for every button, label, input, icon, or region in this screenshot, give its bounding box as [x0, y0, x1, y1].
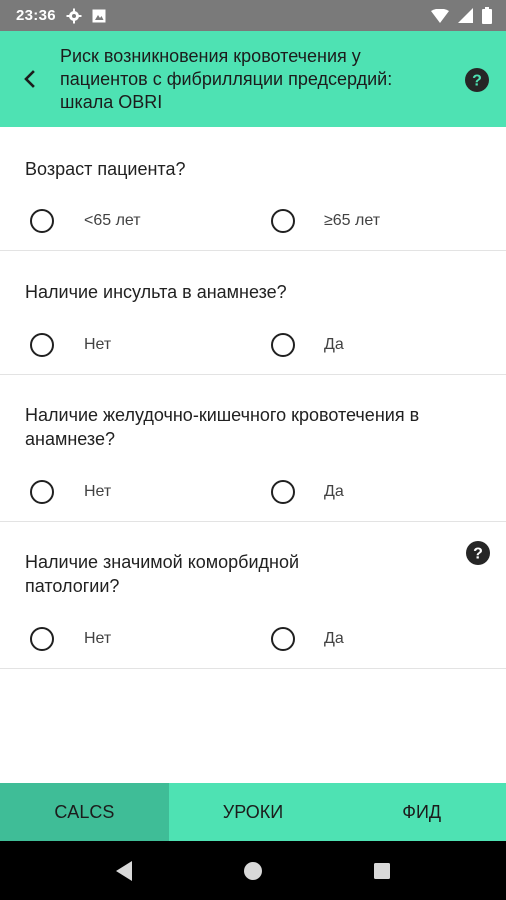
option-yes[interactable]: Да — [271, 480, 344, 504]
back-arrow-icon — [24, 70, 35, 88]
system-recents-button[interactable] — [368, 857, 396, 885]
home-circle-icon — [243, 861, 262, 880]
option-yes[interactable]: Да — [271, 333, 344, 357]
system-nav-bar — [0, 841, 506, 900]
question-stroke: Наличие инсульта в анамнезе? Нет Да — [0, 251, 506, 375]
battery-icon — [482, 7, 492, 24]
radio-button[interactable] — [271, 209, 295, 233]
option-label: Да — [324, 336, 344, 353]
bottom-nav: CALCS УРОКИ ФИД — [0, 783, 506, 841]
svg-text:?: ? — [473, 546, 483, 563]
option-label: <65 лет — [84, 212, 141, 229]
svg-text:?: ? — [472, 73, 482, 90]
option-label: Да — [324, 630, 344, 647]
option-label: Нет — [84, 336, 112, 353]
tab-lessons[interactable]: УРОКИ — [169, 783, 338, 841]
option-65-plus[interactable]: ≥65 лет — [271, 209, 380, 233]
radio-button[interactable] — [271, 627, 295, 651]
status-time: 23:36 — [16, 7, 56, 24]
option-yes[interactable]: Да — [271, 627, 344, 651]
radio-button[interactable] — [30, 209, 54, 233]
help-button[interactable]: ? — [464, 67, 490, 93]
radio-button[interactable] — [30, 480, 54, 504]
system-back-button[interactable] — [110, 857, 138, 885]
help-icon: ? — [466, 541, 490, 565]
question-text: Наличие инсульта в анамнезе? — [25, 282, 287, 302]
question-comorbidity: Наличие значимой коморбидной патологии? … — [0, 522, 506, 669]
question-gi-bleeding: Наличие желудочно-кишечного кровотечения… — [0, 375, 506, 522]
radio-button[interactable] — [271, 480, 295, 504]
question-text: Наличие желудочно-кишечного кровотечения… — [25, 405, 420, 449]
back-button[interactable] — [14, 63, 46, 95]
wifi-icon — [431, 8, 449, 23]
option-label: Нет — [84, 630, 112, 647]
tab-feed[interactable]: ФИД — [337, 783, 506, 841]
question-text: Наличие значимой коморбидной патологии? — [25, 552, 300, 596]
radio-button[interactable] — [30, 627, 54, 651]
option-label: Да — [324, 483, 344, 500]
option-label: Нет — [84, 483, 112, 500]
option-no[interactable]: Нет — [30, 480, 111, 504]
help-icon: ? — [465, 68, 489, 92]
option-no[interactable]: Нет — [30, 627, 111, 651]
radio-button[interactable] — [271, 333, 295, 357]
option-under-65[interactable]: <65 лет — [30, 209, 141, 233]
tab-calcs[interactable]: CALCS — [0, 783, 169, 841]
screenshot-icon — [92, 9, 106, 23]
back-triangle-icon — [116, 860, 133, 881]
gear-icon — [66, 8, 82, 24]
option-label: ≥65 лет — [324, 212, 381, 229]
page-title: Риск возникновения кровотечения у пациен… — [60, 46, 393, 112]
signal-icon — [458, 8, 473, 23]
option-no[interactable]: Нет — [30, 333, 111, 357]
app-bar: Риск возникновения кровотечения у пациен… — [0, 31, 506, 127]
question-text: Возраст пациента? — [25, 159, 186, 179]
recents-square-icon — [373, 862, 390, 879]
system-home-button[interactable] — [239, 857, 267, 885]
radio-button[interactable] — [30, 333, 54, 357]
status-bar: 23:36 — [0, 0, 506, 31]
question-help-button[interactable]: ? — [465, 540, 491, 566]
question-age: Возраст пациента? <65 лет ≥65 лет — [0, 127, 506, 251]
